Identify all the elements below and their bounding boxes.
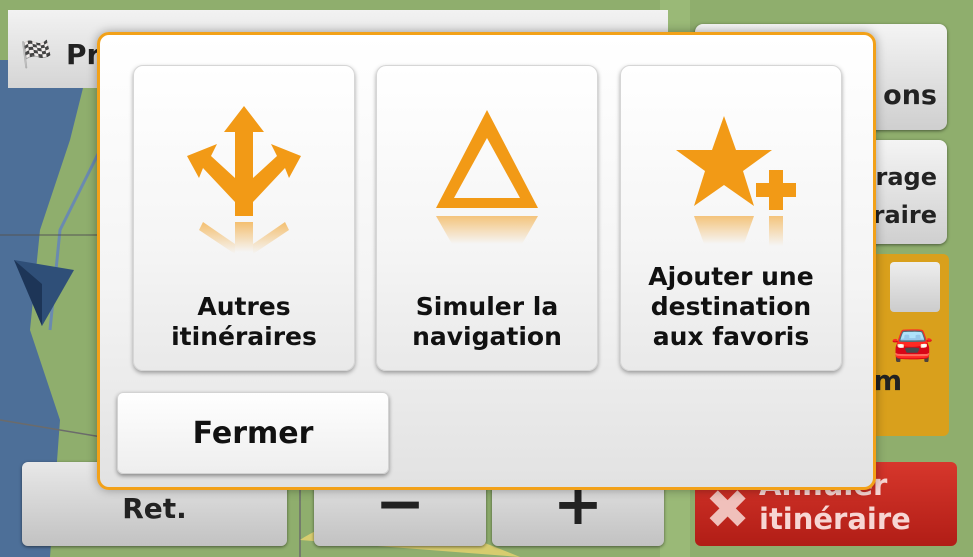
alternative-routes-label: Autres itinéraires [140, 292, 348, 352]
add-favorite-label-line3: aux favoris [652, 322, 810, 351]
alternative-routes-label-line2: itinéraires [171, 322, 317, 351]
alternative-routes-label-line1: Autres [197, 292, 291, 321]
options-button-label: ons [883, 80, 937, 111]
route-distance: m [873, 364, 903, 397]
add-favorite-label-line2: destination [650, 292, 812, 321]
car-icon: 🚘 [891, 324, 934, 364]
route-header-title: Pr [66, 38, 101, 71]
alternative-routes-button[interactable]: Autres itinéraires [133, 65, 355, 371]
simulate-navigation-label-line2: navigation [412, 322, 562, 351]
simulate-navigation-label-line1: Simuler la [415, 292, 559, 321]
cancel-route-label-line2: itinéraire [759, 502, 911, 536]
checkered-flag-icon: 🏁 [20, 40, 53, 70]
route-option-box[interactable] [890, 262, 940, 312]
add-favorite-destination-label: Ajouter une destination aux favoris [627, 262, 835, 352]
add-favorite-label-line1: Ajouter une [648, 262, 814, 291]
add-favorite-star-icon [621, 104, 841, 264]
alternative-routes-icon [134, 104, 354, 264]
simulate-navigation-button[interactable]: Simuler la navigation [376, 65, 598, 371]
current-position-arrow-icon [12, 250, 84, 332]
simulate-navigation-icon [377, 104, 597, 264]
add-favorite-destination-button[interactable]: Ajouter une destination aux favoris [620, 65, 842, 371]
route-options-dialog: Autres itinéraires Simuler la navigation [97, 32, 876, 490]
simulate-navigation-label: Simuler la navigation [383, 292, 591, 352]
close-dialog-button[interactable]: Fermer [117, 392, 389, 474]
